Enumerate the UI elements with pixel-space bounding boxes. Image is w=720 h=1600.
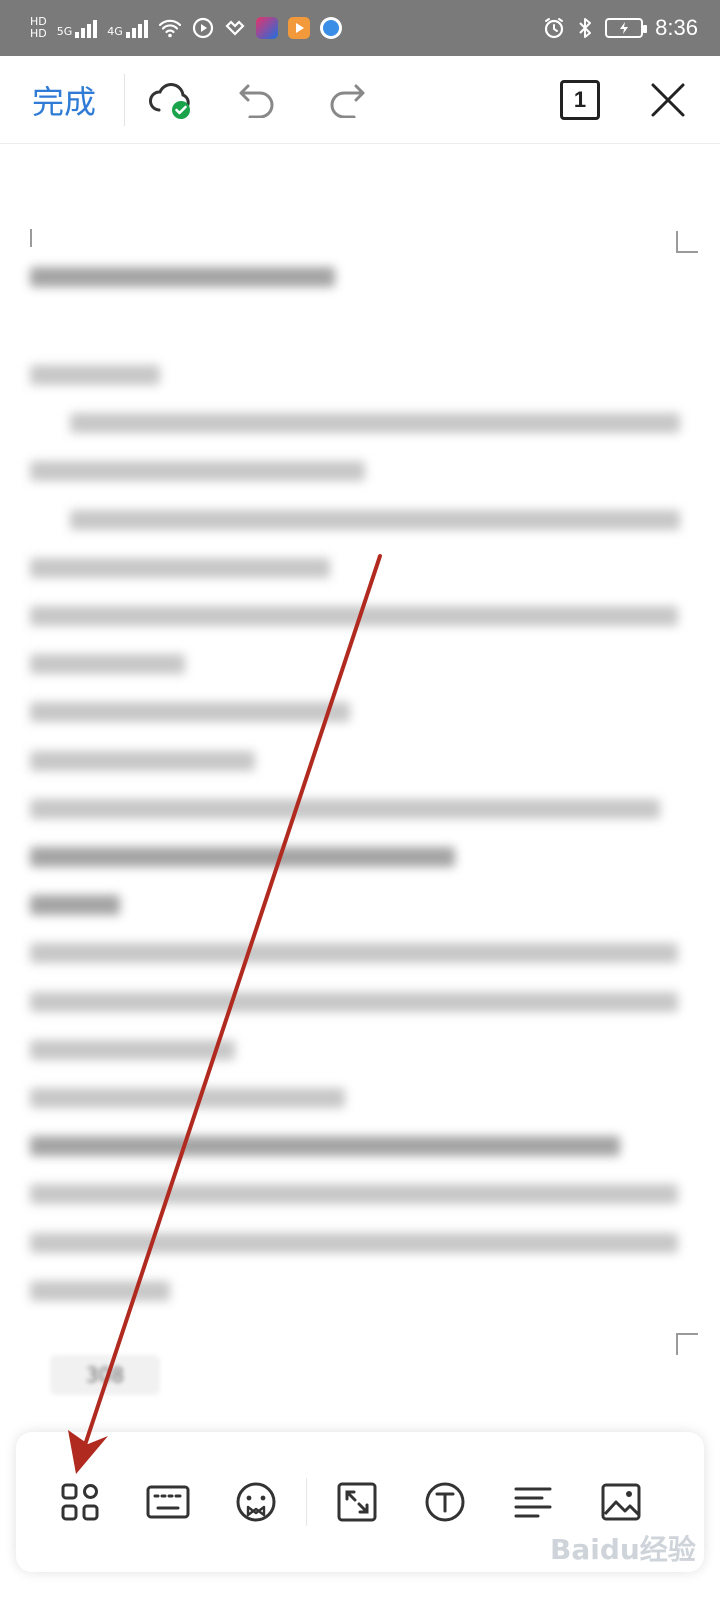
document-text-line	[30, 1088, 345, 1108]
document-title-line	[30, 267, 335, 287]
document-text-line	[70, 510, 680, 530]
document-text-line	[70, 413, 680, 433]
wifi-icon	[158, 19, 181, 38]
signal-4g: 4G	[107, 18, 148, 38]
battery-icon	[605, 18, 648, 38]
play-circle-icon	[192, 17, 213, 39]
document-text-line	[30, 1281, 170, 1301]
editor-toolbar: 完成 1	[0, 56, 720, 144]
document-text-line	[30, 558, 330, 578]
page-indicator: 308	[50, 1355, 160, 1395]
alarm-icon	[545, 18, 564, 39]
document-text-line	[30, 654, 185, 674]
app-icon-blue	[319, 17, 342, 39]
document-text-line	[30, 702, 350, 722]
app-icon-pink	[255, 17, 278, 39]
heart-app-icon	[225, 20, 245, 36]
document-text-line	[30, 895, 120, 915]
app-icon-orange	[287, 17, 310, 39]
document-text-line	[30, 847, 455, 867]
bluetooth-icon	[579, 18, 592, 38]
crop-mark-top-right	[676, 231, 698, 253]
keyboard-icon[interactable]	[140, 1474, 196, 1530]
document-text-line	[30, 461, 365, 481]
crop-mark-top-left	[30, 229, 52, 247]
apps-icon[interactable]	[52, 1474, 108, 1530]
document-text-line	[30, 365, 160, 385]
document-text-line	[30, 1040, 235, 1060]
document-canvas[interactable]	[0, 145, 720, 1415]
undo-icon[interactable]	[233, 75, 283, 125]
page-count-button[interactable]: 1	[560, 79, 600, 120]
done-button[interactable]: 完成	[0, 73, 126, 126]
document-text-line	[30, 799, 660, 819]
document-text-line	[30, 606, 678, 626]
status-bar: HD HD 5G 4G 8:36	[0, 0, 720, 56]
watermark: Baidu经验	[550, 1533, 696, 1566]
crop-mark-bottom-right	[676, 1333, 698, 1355]
clock: 8:36	[655, 15, 698, 40]
hd-indicator: HD HD	[30, 15, 47, 40]
emoji-icon[interactable]	[228, 1474, 284, 1530]
page-count-label: 1	[573, 86, 587, 112]
close-icon[interactable]	[648, 80, 688, 120]
text-format-icon[interactable]	[417, 1474, 473, 1530]
paragraph-align-icon[interactable]	[505, 1474, 561, 1530]
toolbar-divider	[306, 1478, 307, 1526]
document-text-line	[30, 943, 678, 963]
redo-icon[interactable]	[321, 75, 371, 125]
document-text-line	[30, 751, 255, 771]
cloud-sync-icon[interactable]	[145, 74, 197, 126]
insert-image-icon[interactable]	[593, 1474, 649, 1530]
fullscreen-icon[interactable]	[329, 1474, 385, 1530]
page-indicator-label: 308	[85, 1363, 125, 1387]
document-text-line	[30, 1233, 678, 1253]
document-text-line	[30, 1136, 620, 1156]
signal-5g: 5G	[57, 18, 98, 38]
document-text-line	[30, 992, 678, 1012]
document-text-line	[30, 1184, 678, 1204]
